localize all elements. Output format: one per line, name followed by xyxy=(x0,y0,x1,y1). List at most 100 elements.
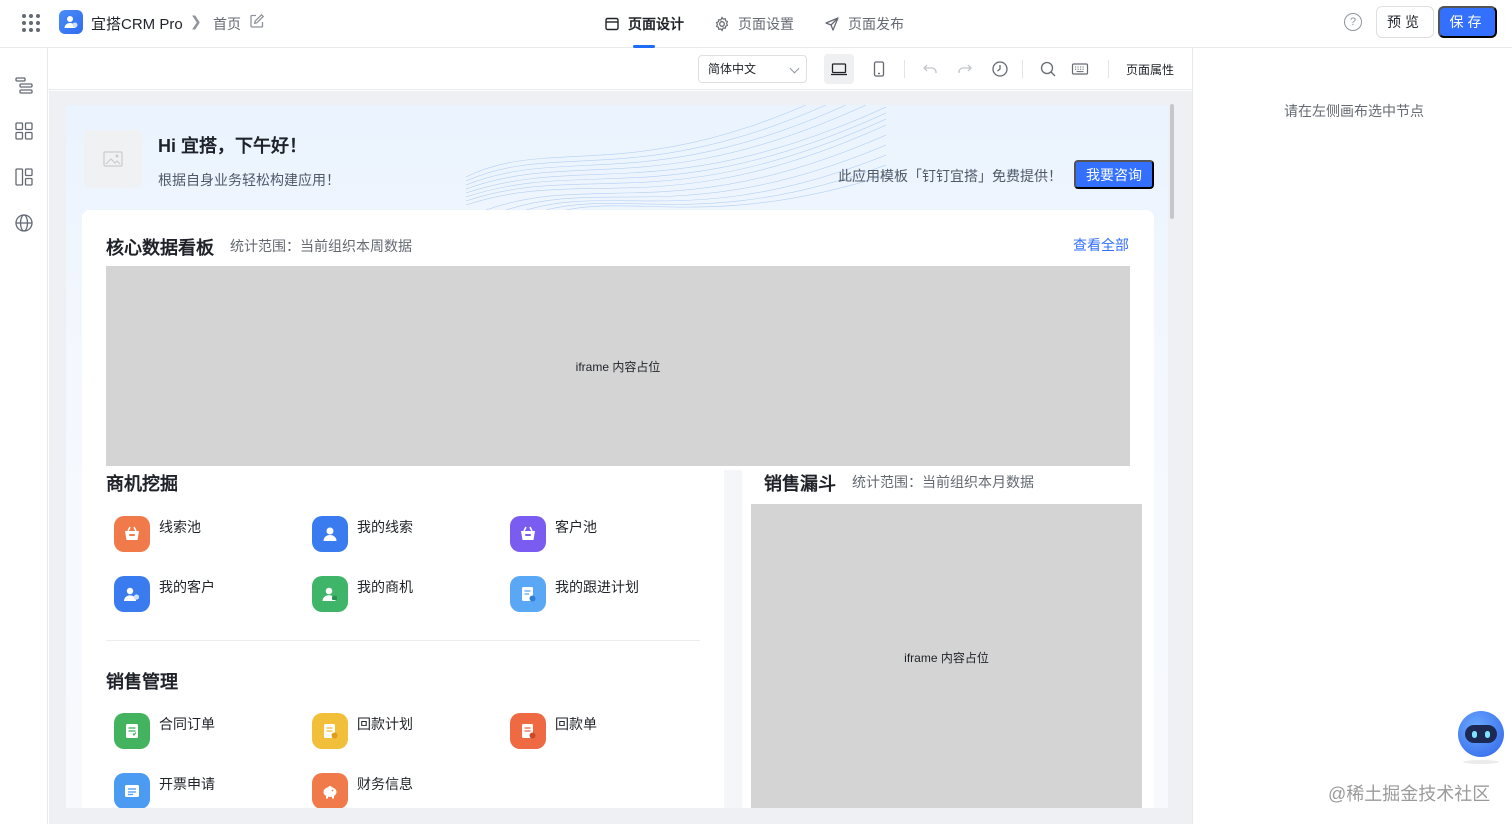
help-icon[interactable]: ? xyxy=(1344,13,1362,31)
receipt-icon xyxy=(510,713,546,749)
app-logo xyxy=(59,10,83,34)
sales-title: 销售管理 xyxy=(106,672,178,692)
search-button[interactable] xyxy=(1033,54,1063,84)
document-clock-icon xyxy=(510,576,546,612)
customer-icon xyxy=(114,576,150,612)
funnel-title: 销售漏斗 xyxy=(764,474,836,494)
app-item-follow-up-plan[interactable]: 我的跟进计划 xyxy=(510,576,639,612)
app-item-label: 合同订单 xyxy=(159,716,215,732)
bot-shadow xyxy=(1463,760,1499,764)
sales-funnel-panel: 销售漏斗 统计范围：当前组织本月数据 iframe 内容占位 xyxy=(742,470,1154,808)
app-item-payment-receipt[interactable]: 回款单 xyxy=(510,713,597,749)
piggy-bank-icon xyxy=(312,773,348,808)
app-item-payment-plan[interactable]: 回款计划 xyxy=(312,713,413,749)
dashboard-iframe-placeholder[interactable]: iframe 内容占位 xyxy=(106,266,1130,466)
chevron-down-icon xyxy=(789,63,800,74)
page-properties-button[interactable]: 页面属性 xyxy=(1126,61,1174,78)
gear-icon xyxy=(715,16,729,32)
app-item-contract-orders[interactable]: 合同订单 xyxy=(114,713,215,749)
tab-page-design[interactable]: 页面设计 xyxy=(604,0,684,48)
properties-empty-hint: 请在左侧画布选中节点 xyxy=(1284,103,1424,119)
iframe-label: iframe 内容占位 xyxy=(904,650,989,665)
desktop-view-button[interactable] xyxy=(824,54,854,84)
properties-panel: 请在左侧画布选中节点 xyxy=(1192,48,1512,824)
page-preview[interactable]: Hi 宜搭，下午好！ 根据自身业务轻松构建应用！ 此应用模板「钉钉宜搭」免费提供… xyxy=(66,105,1168,808)
canvas-toolbar: 简体中文 页面属性 xyxy=(49,48,1192,90)
keyboard-icon xyxy=(1071,63,1089,75)
contract-icon xyxy=(114,713,150,749)
main-tabs: 页面设计 页面设置 页面发布 xyxy=(604,0,934,48)
preview-button[interactable]: 预览 xyxy=(1376,6,1434,38)
basket-icon xyxy=(114,516,150,552)
bot-face xyxy=(1465,725,1497,743)
mobile-icon xyxy=(873,61,885,77)
invoice-icon xyxy=(114,773,150,808)
funnel-iframe-placeholder[interactable]: iframe 内容占位 xyxy=(751,504,1142,808)
language-select[interactable]: 简体中文 xyxy=(698,55,807,83)
top-bar: 宜搭CRM Pro ❯ 首页 页面设计 页面设置 页面发布 ? 预览 保存 xyxy=(0,0,1512,48)
layout-icon xyxy=(605,17,619,31)
search-icon xyxy=(1040,61,1056,77)
layout-blocks-icon[interactable] xyxy=(14,167,34,187)
opportunity-title: 商机挖掘 xyxy=(106,474,178,494)
app-item-finance-info[interactable]: 财务信息 xyxy=(312,773,413,808)
redo-button[interactable] xyxy=(950,54,980,84)
content-card: 核心数据看板 统计范围：当前组织本周数据 查看全部 iframe 内容占位 商机… xyxy=(82,210,1154,808)
send-icon xyxy=(825,17,839,31)
toolbar-divider xyxy=(1108,60,1109,78)
shortcut-button[interactable] xyxy=(1065,54,1095,84)
app-grid-icon[interactable] xyxy=(22,14,40,32)
app-item-invoice-request[interactable]: 开票申请 xyxy=(114,773,215,808)
breadcrumb-page[interactable]: 首页 xyxy=(213,14,241,34)
tab-page-publish[interactable]: 页面发布 xyxy=(824,0,904,48)
app-item-label: 回款计划 xyxy=(357,716,413,732)
app-item-label: 回款单 xyxy=(555,716,597,732)
tab-page-settings[interactable]: 页面设置 xyxy=(714,0,794,48)
breadcrumb-chevron-icon: ❯ xyxy=(190,13,202,29)
app-item-lead-pool[interactable]: 线索池 xyxy=(114,516,201,552)
wave-pattern-decoration xyxy=(466,105,886,210)
save-button[interactable]: 保存 xyxy=(1438,6,1497,38)
edit-icon[interactable] xyxy=(249,13,265,29)
globe-icon[interactable] xyxy=(14,213,34,233)
hero-banner[interactable]: Hi 宜搭，下午好！ 根据自身业务轻松构建应用！ 此应用模板「钉钉宜搭」免费提供… xyxy=(66,105,1168,210)
app-item-my-customers[interactable]: 我的客户 xyxy=(114,576,215,612)
undo-button[interactable] xyxy=(915,54,945,84)
outline-icon[interactable] xyxy=(14,75,34,95)
app-item-my-opportunities[interactable]: 我的商机 xyxy=(312,576,413,612)
app-item-label: 我的客户 xyxy=(159,579,215,595)
dashboard-scope: 统计范围：当前组织本周数据 xyxy=(230,238,412,254)
app-item-my-leads[interactable]: 我的线索 xyxy=(312,516,413,552)
history-button[interactable] xyxy=(985,54,1015,84)
canvas-scrollbar[interactable] xyxy=(1170,104,1174,219)
funnel-scope: 统计范围：当前组织本月数据 xyxy=(852,474,1034,490)
toolbar-divider xyxy=(1022,60,1023,78)
components-icon[interactable] xyxy=(14,121,34,141)
history-clock-icon xyxy=(992,61,1008,77)
dashboard-title: 核心数据看板 xyxy=(106,238,214,258)
undo-icon xyxy=(923,64,937,73)
app-item-label: 开票申请 xyxy=(159,776,215,792)
mobile-view-button[interactable] xyxy=(864,54,894,84)
app-item-customer-pool[interactable]: 客户池 xyxy=(510,516,597,552)
greeting-title: Hi 宜搭，下午好！ xyxy=(158,136,308,156)
assistant-bot-icon[interactable] xyxy=(1458,711,1504,757)
app-item-label: 客户池 xyxy=(555,519,597,535)
tab-label: 页面设置 xyxy=(738,16,794,32)
image-placeholder-icon xyxy=(84,130,142,188)
basket-icon xyxy=(510,516,546,552)
template-note: 此应用模板「钉钉宜搭」免费提供！ xyxy=(838,168,1062,184)
language-value: 简体中文 xyxy=(708,62,757,76)
tab-label: 页面发布 xyxy=(848,16,904,32)
person-icon xyxy=(312,516,348,552)
app-item-label: 线索池 xyxy=(159,519,201,535)
watermark-text: @稀土掘金技术社区 xyxy=(1328,784,1491,804)
greeting-subtitle: 根据自身业务轻松构建应用！ xyxy=(158,172,340,188)
view-all-link[interactable]: 查看全部 xyxy=(1073,235,1129,255)
iframe-label: iframe 内容占位 xyxy=(575,359,661,374)
app-name[interactable]: 宜搭CRM Pro xyxy=(91,13,183,34)
consult-button[interactable]: 我要咨询 xyxy=(1074,160,1154,189)
redo-icon xyxy=(958,64,972,73)
column-gap xyxy=(724,470,742,808)
app-item-label: 财务信息 xyxy=(357,776,413,792)
